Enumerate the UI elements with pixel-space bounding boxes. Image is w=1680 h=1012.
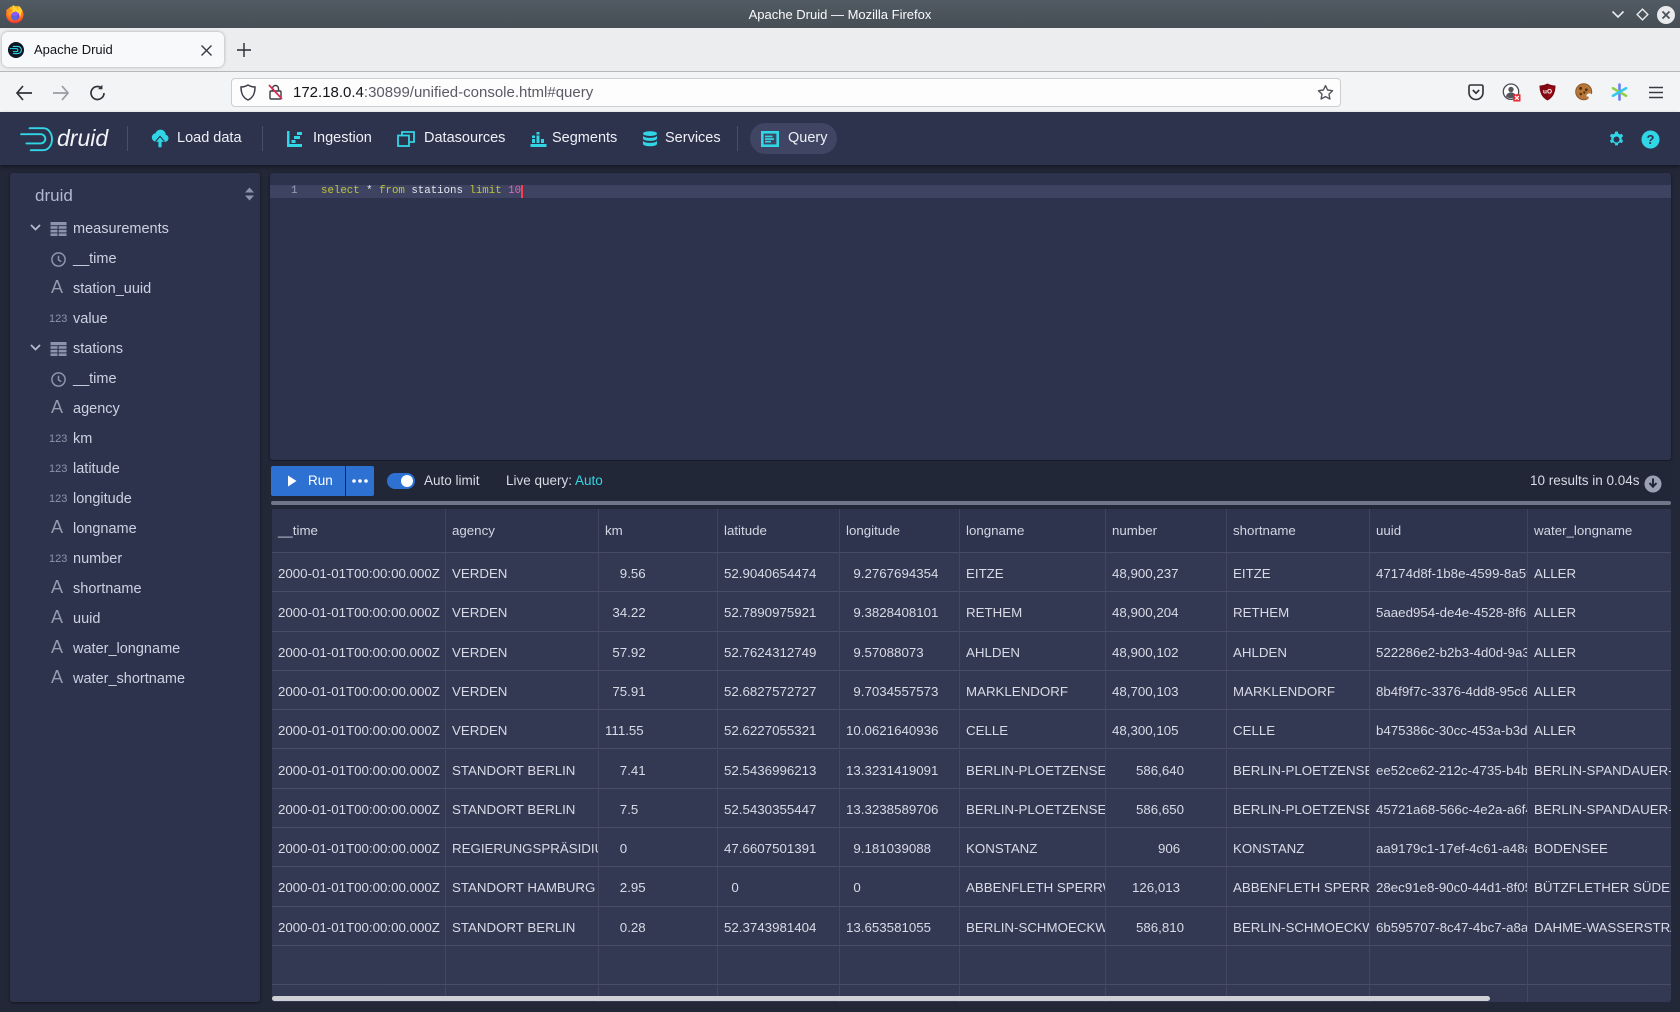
svg-text:uO: uO bbox=[1543, 89, 1552, 96]
svg-text:?: ? bbox=[1647, 132, 1655, 147]
